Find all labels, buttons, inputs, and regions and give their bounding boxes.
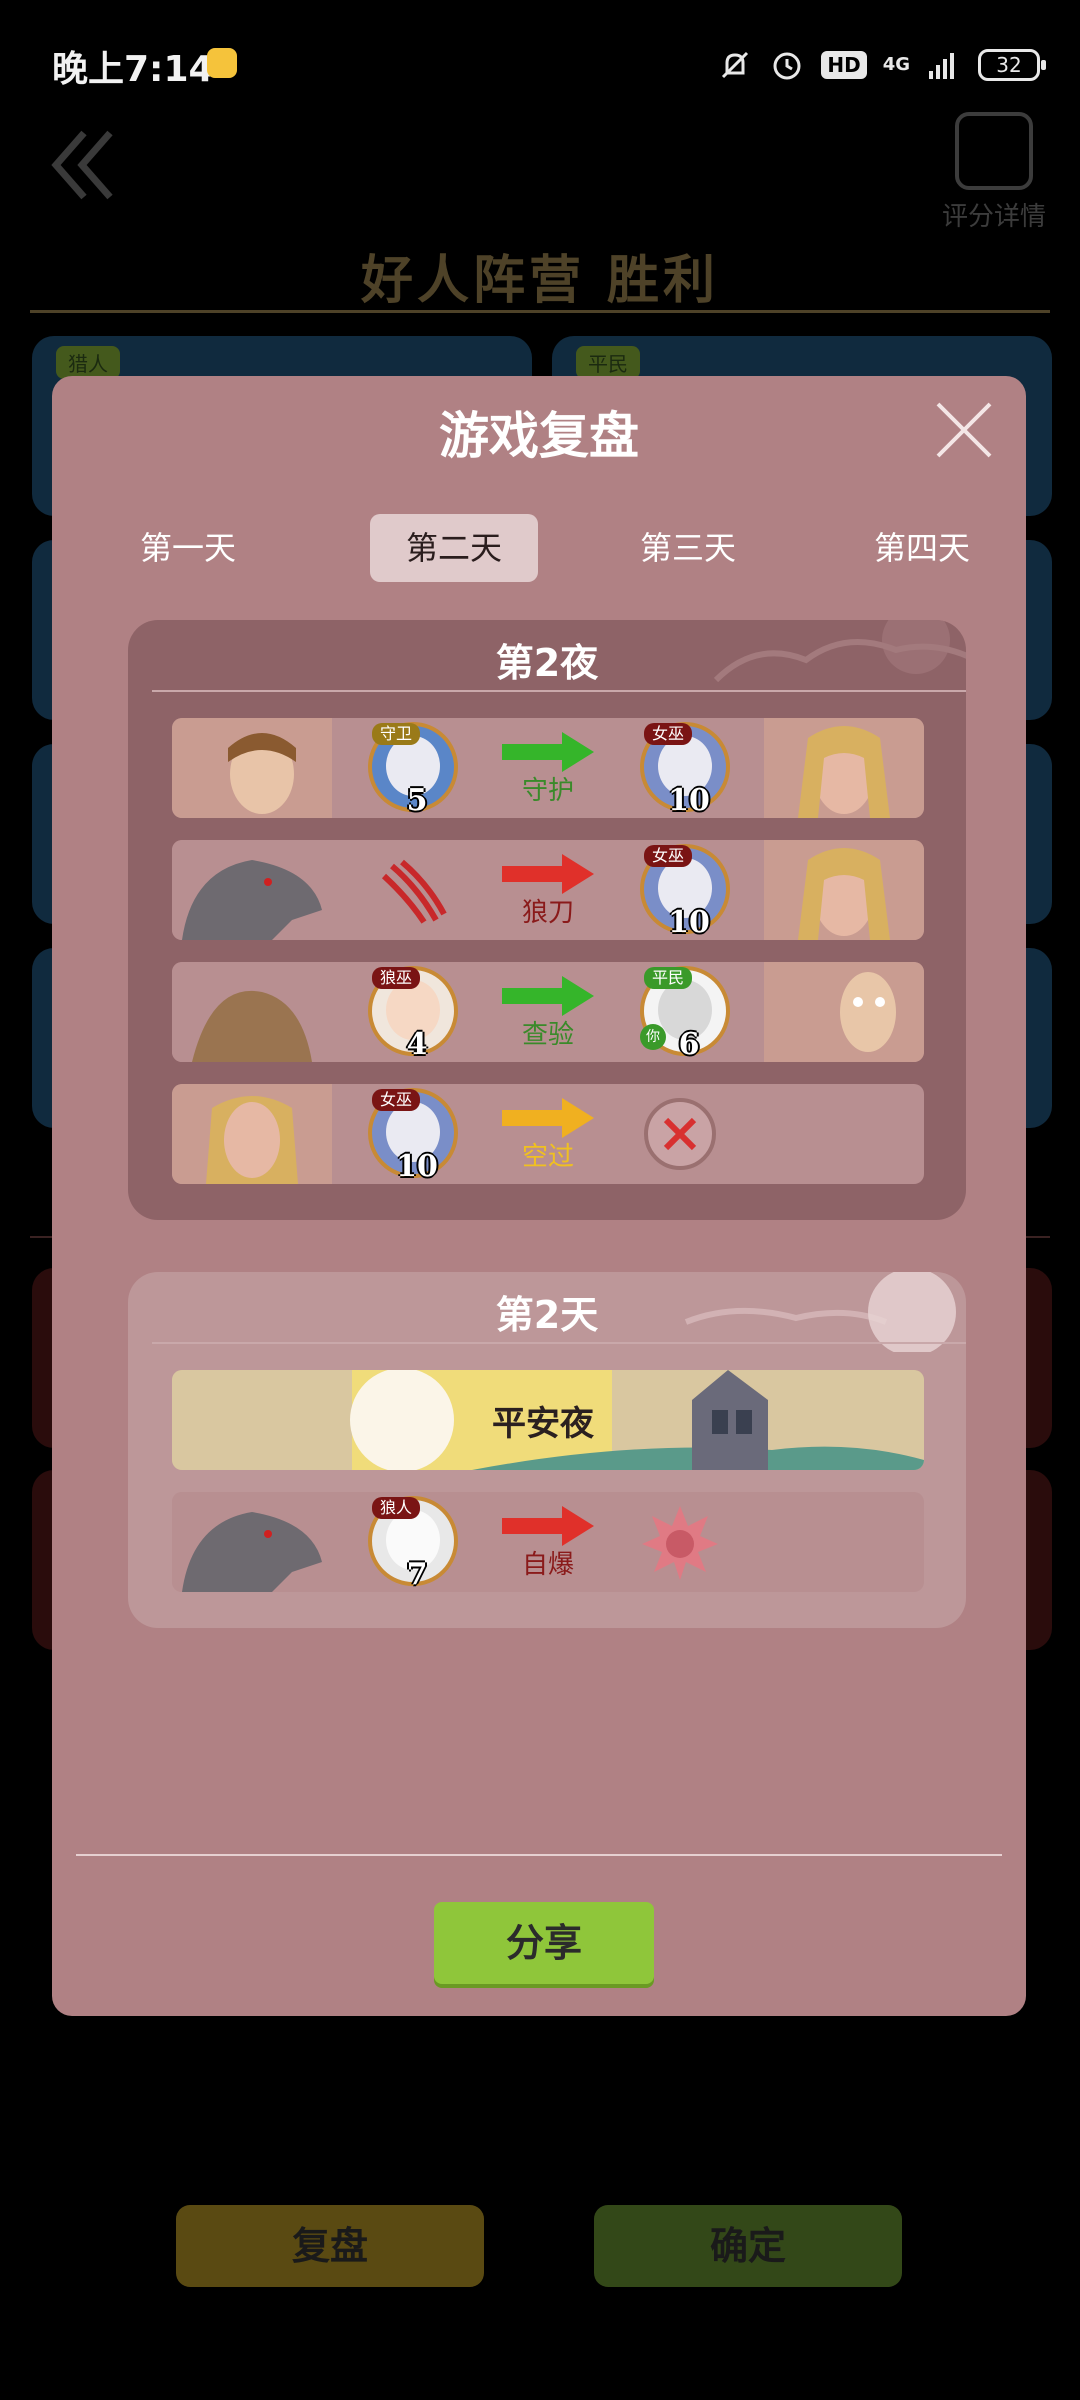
role-tag: 狼巫	[372, 967, 421, 989]
action-label: 空过	[521, 1142, 574, 1172]
role-tag: 守卫	[372, 723, 421, 745]
action-label: 守护	[521, 776, 574, 806]
action-row: 守卫 5 守护 女巫 10	[172, 718, 924, 818]
seat-number: 10	[396, 1149, 438, 1184]
back-chevron-icon[interactable]	[48, 125, 118, 205]
player-avatar[interactable]: 女巫 10	[640, 722, 730, 818]
modal-title: 游戏复盘	[439, 407, 639, 465]
guard-portrait	[172, 718, 332, 818]
day-title: 第2天	[495, 1293, 599, 1337]
tab-day-3[interactable]: 第三天	[604, 514, 772, 582]
villager-portrait	[764, 962, 924, 1062]
day-panel: 第2天 平安夜 狼人 7 自爆	[128, 1272, 966, 1628]
confirm-button[interactable]: 确定	[594, 2205, 902, 2287]
action-row: 女巫 10 空过	[172, 1084, 924, 1184]
score-detail-button[interactable]: 评分详情	[934, 112, 1054, 233]
battery-icon: 32	[978, 49, 1046, 81]
seat-number: 7	[406, 1557, 428, 1592]
safe-night-banner: 平安夜	[172, 1370, 924, 1470]
action-row: 狼人 7 自爆	[172, 1492, 924, 1592]
player-avatar[interactable]: 女巫 10	[640, 844, 730, 940]
seat-number: 5	[406, 783, 428, 818]
alarm-icon	[773, 52, 801, 80]
role-tag: 狼人	[372, 1497, 421, 1519]
replay-button[interactable]: 复盘	[176, 2205, 484, 2287]
action-label: 查验	[521, 1020, 574, 1050]
arrow-icon	[502, 976, 594, 1016]
role-tag: 女巫	[644, 723, 693, 745]
claw-icon	[381, 859, 447, 924]
role-tag: 平民	[644, 967, 693, 989]
panel-divider	[152, 1342, 966, 1344]
werewolf-portrait	[172, 1492, 332, 1592]
title-divider	[30, 310, 1050, 313]
hd-badge: HD	[821, 51, 867, 79]
action-row: 狼刀 女巫 10	[172, 840, 924, 940]
arrow-icon	[502, 732, 594, 772]
player-avatar[interactable]: 狼人 7	[368, 1496, 458, 1592]
network-type: 4G	[882, 54, 910, 75]
role-tag: 女巫	[644, 845, 693, 867]
night-title: 第2夜	[495, 641, 599, 685]
role-tag: 女巫	[372, 1089, 421, 1111]
player-avatar[interactable]: 女巫 10	[368, 1088, 458, 1184]
arrow-icon	[502, 1098, 594, 1138]
witch-portrait	[764, 840, 924, 940]
player-avatar[interactable]: 狼巫 4	[368, 966, 458, 1062]
arrow-icon	[502, 1506, 594, 1546]
werewolf-portrait	[172, 840, 332, 940]
panel-divider	[152, 690, 966, 692]
score-detail-icon	[955, 112, 1033, 190]
witch-portrait	[172, 1084, 332, 1184]
action-row: 狼巫 4 查验 平民 你 6	[172, 962, 924, 1062]
result-title: 好人阵营 胜利	[360, 251, 720, 311]
share-button[interactable]: 分享	[434, 1902, 654, 1984]
cross-icon	[644, 1098, 716, 1170]
action-label: 自爆	[521, 1550, 574, 1580]
score-detail-label: 评分详情	[941, 202, 1046, 232]
signal-icon	[929, 53, 954, 79]
safe-night-label: 平安夜	[492, 1404, 594, 1444]
wolf-witch-portrait	[172, 962, 332, 1062]
player-avatar[interactable]: 平民 你 6	[640, 966, 730, 1062]
tab-day-2[interactable]: 第二天	[370, 514, 538, 582]
day-tabs: 第一天 第二天 第三天 第四天	[52, 514, 1026, 584]
tab-day-4[interactable]: 第四天	[838, 514, 1006, 582]
role-tag: 平民	[576, 346, 640, 379]
witch-portrait	[764, 718, 924, 818]
role-tag: 猎人	[56, 346, 120, 379]
close-icon[interactable]	[932, 398, 996, 462]
seat-number: 10	[668, 783, 710, 818]
status-time: 晚上7:14	[52, 49, 214, 90]
game-replay-modal: 游戏复盘 第一天 第二天 第三天 第四天 第2夜 守卫 5 守护 女巫 10 狼…	[52, 376, 1026, 2016]
explosion-icon	[642, 1506, 718, 1580]
player-avatar[interactable]: 守卫 5	[368, 722, 458, 818]
footer-divider	[76, 1854, 1002, 1856]
seat-number: 10	[668, 905, 710, 940]
action-label: 狼刀	[521, 898, 574, 928]
arrow-icon	[502, 854, 594, 894]
night-panel: 第2夜 守卫 5 守护 女巫 10 狼刀 女巫 10 狼巫 4 查验 平民 你 …	[128, 620, 966, 1220]
app-notification-icon	[207, 48, 237, 78]
seat-number: 6	[678, 1027, 700, 1062]
bell-off-icon	[722, 51, 749, 79]
seat-number: 4	[406, 1027, 428, 1062]
tab-day-1[interactable]: 第一天	[104, 514, 272, 582]
status-bar: 晚上7:14 HD 4G 32	[0, 0, 1080, 130]
